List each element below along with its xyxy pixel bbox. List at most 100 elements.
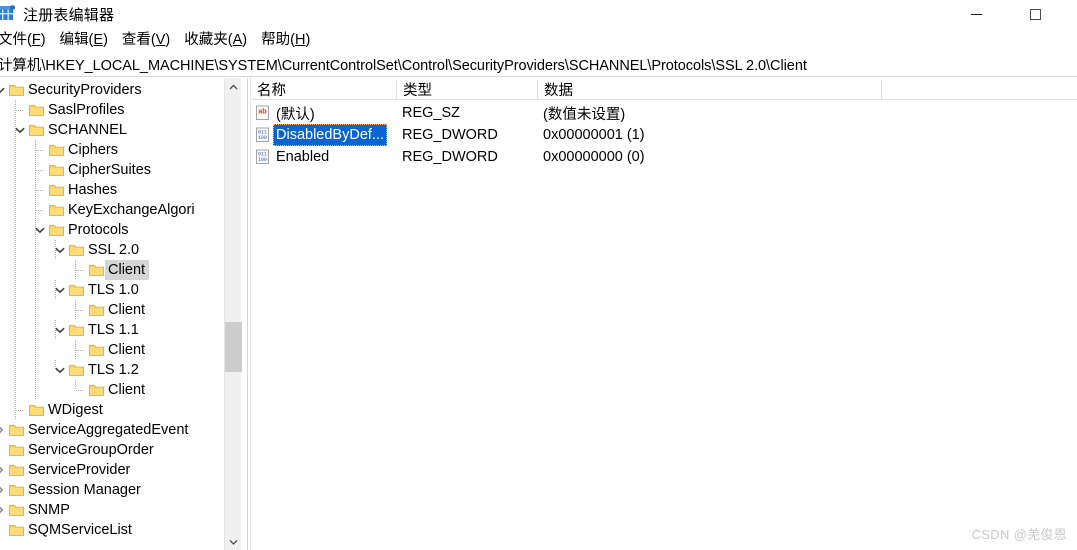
- tree-node-label: SQMServiceList: [28, 522, 132, 538]
- tree-node-label: SCHANNEL: [48, 122, 127, 138]
- chevron-down-icon[interactable]: [32, 220, 48, 240]
- chevron-right-icon[interactable]: [0, 480, 8, 500]
- tree-node-serviceaggregatedevent[interactable]: ServiceAggregatedEvent: [0, 420, 241, 440]
- chevron-right-icon[interactable]: [0, 460, 8, 480]
- tree-node-tls-1-2[interactable]: TLS 1.2: [0, 360, 241, 380]
- menu-favorites[interactable]: 收藏夹(A): [177, 30, 254, 51]
- column-header-name[interactable]: 名称: [251, 78, 396, 100]
- tree-node-protocols[interactable]: Protocols: [0, 220, 241, 240]
- chevron-right-icon[interactable]: [0, 500, 8, 520]
- tree-node-tls-1-1[interactable]: TLS 1.1: [0, 320, 241, 340]
- tree-node-snmp[interactable]: SNMP: [0, 500, 241, 520]
- tree-node-label: Hashes: [68, 182, 118, 198]
- tree-guide-elbow: [76, 350, 84, 351]
- column-separator-3[interactable]: [881, 80, 882, 99]
- menu-view[interactable]: 查看(V): [115, 30, 177, 51]
- column-header-type[interactable]: 类型: [397, 78, 537, 100]
- tree-node-securityproviders[interactable]: SecurityProviders: [0, 80, 241, 100]
- minimize-button[interactable]: [953, 0, 999, 28]
- value-row[interactable]: ab (默认) REG_SZ (数值未设置): [251, 102, 1077, 124]
- tree-guide-line: [15, 200, 16, 220]
- scroll-down-button[interactable]: [225, 533, 242, 550]
- tree-node-ssl-2-0[interactable]: SSL 2.0: [0, 240, 241, 260]
- tree-guide-elbow: [36, 190, 44, 191]
- tree-node-label: ServiceProvider: [28, 462, 131, 478]
- pane-divider[interactable]: [247, 78, 248, 550]
- value-name: Enabled: [276, 149, 330, 165]
- tree-guide-elbow: [16, 110, 24, 111]
- menu-file-accel: F: [31, 31, 41, 48]
- tree-node-client[interactable]: Client: [0, 340, 241, 360]
- tree-guide-line: [75, 300, 76, 310]
- menu-view-accel: V: [155, 31, 166, 48]
- folder-icon: [8, 80, 24, 100]
- regedit-window: 注册表编辑器 文件(F) 编辑(E) 查看(V) 收藏夹(A) 帮助(H) 计算…: [0, 0, 1077, 550]
- tree-guide-line: [35, 300, 36, 320]
- tree-guide-elbow: [16, 410, 24, 411]
- tree-node-client[interactable]: Client: [0, 260, 241, 280]
- scroll-thumb[interactable]: [225, 322, 242, 372]
- tree-guide-elbow: [76, 390, 84, 391]
- chevron-right-icon[interactable]: [0, 420, 8, 440]
- chevron-down-icon[interactable]: [52, 240, 68, 260]
- tree-node-label: KeyExchangeAlgori: [68, 202, 195, 218]
- folder-icon: [68, 360, 84, 380]
- tree-guide-line: [15, 160, 16, 180]
- tree-node-keyexchangealgori[interactable]: KeyExchangeAlgori: [0, 200, 241, 220]
- chevron-down-icon[interactable]: [52, 360, 68, 380]
- tree-node-saslprofiles[interactable]: SaslProfiles: [0, 100, 241, 120]
- tree-guide-line: [35, 380, 36, 400]
- value-name: (默认): [276, 106, 315, 123]
- menu-file-label: 文件: [0, 31, 27, 48]
- chevron-down-icon[interactable]: [12, 120, 28, 140]
- regedit-icon: [0, 5, 17, 22]
- folder-icon: [28, 120, 44, 140]
- dword-value-icon: 011 100: [255, 149, 271, 165]
- tree-node-label: SNMP: [28, 502, 70, 518]
- menu-file[interactable]: 文件(F): [0, 30, 53, 51]
- tree-node-label: TLS 1.2: [88, 362, 139, 378]
- tree-node-servicegrouporder[interactable]: ServiceGroupOrder: [0, 440, 241, 460]
- value-data: (数值未设置): [543, 106, 626, 123]
- tree-node-ciphers[interactable]: Ciphers: [0, 140, 241, 160]
- tree-guide-line: [15, 360, 16, 380]
- tree-node-client[interactable]: Client: [0, 300, 241, 320]
- menu-edit[interactable]: 编辑(E): [53, 30, 115, 51]
- folder-icon: [8, 500, 24, 520]
- folder-icon: [8, 460, 24, 480]
- address-bar[interactable]: 计算机\HKEY_LOCAL_MACHINE\SYSTEM\CurrentCon…: [0, 53, 1077, 77]
- tree-scrollbar[interactable]: [224, 78, 242, 550]
- value-data: 0x00000000 (0): [543, 149, 645, 165]
- tree-node-hashes[interactable]: Hashes: [0, 180, 241, 200]
- tree-node-client[interactable]: Client: [0, 380, 241, 400]
- chevron-down-icon[interactable]: [52, 320, 68, 340]
- tree-node-session-manager[interactable]: Session Manager: [0, 480, 241, 500]
- chevron-down-icon[interactable]: [52, 280, 68, 300]
- list-header: 名称 类型 数据: [251, 78, 1077, 100]
- tree-guide-line: [15, 300, 16, 320]
- tree-node-tls-1-0[interactable]: TLS 1.0: [0, 280, 241, 300]
- scroll-up-button[interactable]: [225, 78, 242, 95]
- tree-node-ciphersuites[interactable]: CipherSuites: [0, 160, 241, 180]
- svg-text:ab: ab: [258, 107, 267, 116]
- chevron-up-icon: [229, 83, 238, 89]
- value-type: REG_DWORD: [402, 127, 498, 143]
- tree-node-label: WDigest: [48, 402, 103, 418]
- tree-node-schannel[interactable]: SCHANNEL: [0, 120, 241, 140]
- folder-icon: [88, 260, 104, 280]
- value-row[interactable]: 011 100 DisabledByDef... REG_DWORD 0x0000000…: [251, 124, 1077, 146]
- value-row[interactable]: 011 100 Enabled REG_DWORD 0x00000000 (0): [251, 146, 1077, 168]
- column-header-data[interactable]: 数据: [538, 78, 881, 100]
- tree-guide-line: [15, 340, 16, 360]
- registry-tree: SecurityProviders SaslProfiles SCHANNEL Cip…: [0, 78, 241, 540]
- tree-node-sqmservicelist[interactable]: SQMServiceList: [0, 520, 241, 540]
- folder-icon: [88, 340, 104, 360]
- tree-guide-elbow: [36, 150, 44, 151]
- maximize-button[interactable]: [1012, 0, 1058, 28]
- chevron-down-icon[interactable]: [0, 80, 8, 100]
- tree-node-serviceprovider[interactable]: ServiceProvider: [0, 460, 241, 480]
- tree-node-wdigest[interactable]: WDigest: [0, 400, 241, 420]
- minimize-icon: [970, 13, 982, 15]
- tree-guide-elbow: [76, 310, 84, 311]
- menu-help[interactable]: 帮助(H): [254, 30, 317, 51]
